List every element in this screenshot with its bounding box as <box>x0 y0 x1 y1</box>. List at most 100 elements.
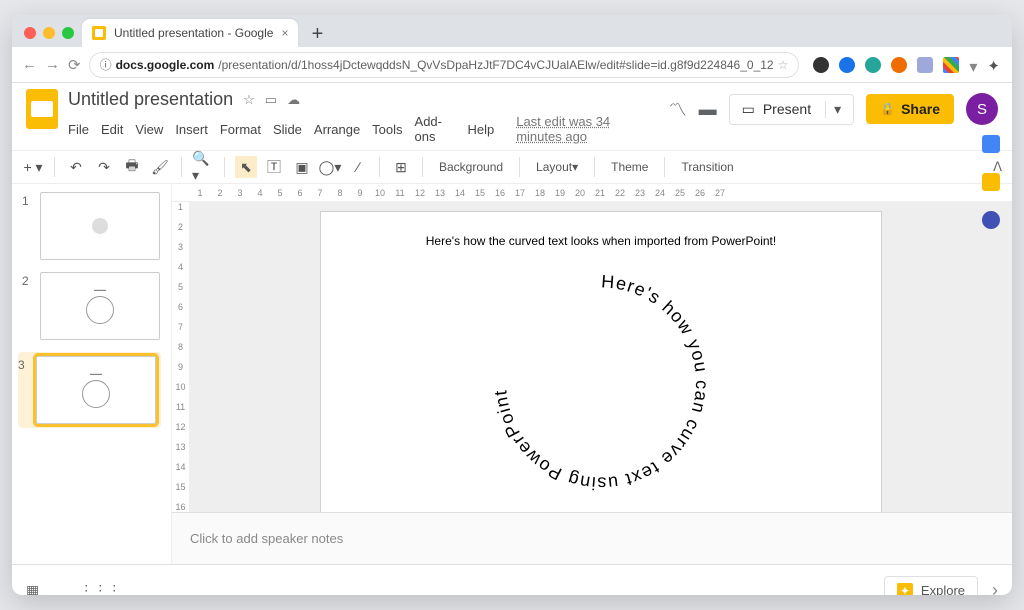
present-dropdown-icon[interactable]: ▾ <box>825 101 841 118</box>
transition-button[interactable]: Transition <box>675 156 739 178</box>
slides-logo-icon[interactable] <box>26 89 58 129</box>
main-area: 1 2 ━━━━ 3 ━━━━ 123456789101112131415161… <box>12 184 1012 564</box>
svg-text:Here's how you can curve text: Here's how you can curve text using Powe… <box>490 272 712 494</box>
filmstrip[interactable]: 1 2 ━━━━ 3 ━━━━ <box>12 184 172 564</box>
shape-tool[interactable]: ◯▾ <box>319 156 341 178</box>
menu-insert[interactable]: Insert <box>175 122 208 137</box>
explore-label: Explore <box>921 583 965 595</box>
address-bar: ← → ⟳ ⓘ docs.google.com /presentation/d/… <box>12 47 1012 83</box>
lock-icon: ⓘ <box>100 56 112 73</box>
present-button[interactable]: ▭ Present ▾ <box>729 94 855 125</box>
textbox-tool[interactable]: 🅃 <box>263 156 285 178</box>
thumb-preview-icon: ━━━━ <box>82 373 110 408</box>
tasks-addon-icon[interactable] <box>982 211 1000 229</box>
background-button[interactable]: Background <box>433 156 509 178</box>
slide-thumbnail-2[interactable]: 2 ━━━━ <box>22 272 161 340</box>
extensions-menu-icon[interactable]: ✦ <box>987 57 1000 73</box>
thumb-number: 1 <box>22 192 32 260</box>
ext-icon[interactable] <box>943 57 959 73</box>
slide-canvas[interactable]: Here's how the curved text looks when im… <box>321 212 881 512</box>
comments-icon[interactable]: ▬ <box>699 99 717 120</box>
present-label: Present <box>763 101 811 117</box>
reload-icon[interactable]: ⟳ <box>68 56 81 74</box>
new-slide-button[interactable]: + ▾ <box>22 156 44 178</box>
canvas-wrap: 1234567891011121314151617181920212223242… <box>172 184 1012 564</box>
filmstrip-view-icon[interactable]: ▦ <box>26 582 39 595</box>
menu-arrange[interactable]: Arrange <box>314 122 360 137</box>
thumb-number: 2 <box>22 272 32 340</box>
forward-icon[interactable]: → <box>45 56 60 73</box>
explore-button[interactable]: ✦ Explore <box>884 576 978 596</box>
menu-edit[interactable]: Edit <box>101 122 123 137</box>
url-path: /presentation/d/1hoss4jDctewqddsN_QvVsDp… <box>218 58 773 72</box>
star-icon[interactable]: ☆ <box>243 92 255 108</box>
chevron-right-icon[interactable]: › <box>992 580 998 595</box>
explore-star-icon: ✦ <box>897 583 913 596</box>
browser-tab[interactable]: Untitled presentation - Google × <box>82 19 298 47</box>
horizontal-ruler: 1234567891011121314151617181920212223242… <box>172 184 1012 202</box>
paint-format-button[interactable]: 🖌 <box>149 156 171 178</box>
slides-favicon-icon <box>92 26 106 40</box>
app-header: Untitled presentation ☆ ▭ ☁ File Edit Vi… <box>12 83 1012 144</box>
menu-bar: File Edit View Insert Format Slide Arran… <box>68 114 659 144</box>
speaker-notes[interactable]: Click to add speaker notes <box>172 512 1012 564</box>
activity-icon[interactable]: 〽 <box>669 96 687 122</box>
comment-button[interactable]: ⊞ <box>390 156 412 178</box>
ext-icon[interactable] <box>917 57 933 73</box>
tab-title: Untitled presentation - Google <box>114 26 273 40</box>
zoom-button[interactable]: 🔍▾ <box>192 156 214 178</box>
extensions: ▾ ✦ ⋮⋮⋮ ⋮ <box>813 54 1012 76</box>
last-edit-status[interactable]: Last edit was 34 minutes ago <box>516 114 658 144</box>
ext-icon[interactable] <box>891 57 907 73</box>
ext-icon[interactable] <box>839 57 855 73</box>
bottom-bar: ▦ ⋮⋮⋮ ✦ Explore › <box>12 564 1012 595</box>
lock-icon: 🔒 <box>880 102 895 116</box>
share-button[interactable]: 🔒 Share <box>866 94 954 124</box>
menu-file[interactable]: File <box>68 122 89 137</box>
share-label: Share <box>901 101 940 117</box>
apps-icon[interactable]: ⋮⋮⋮ <box>1010 57 1012 73</box>
close-tab-icon[interactable]: × <box>281 26 288 40</box>
document-title[interactable]: Untitled presentation <box>68 89 233 110</box>
ext-icon[interactable]: ▾ <box>969 57 977 73</box>
url-input[interactable]: ⓘ docs.google.com /presentation/d/1hoss4… <box>89 52 800 78</box>
url-host: docs.google.com <box>116 58 215 72</box>
vertical-ruler: 12345678910111213141516 <box>172 202 190 512</box>
menu-tools[interactable]: Tools <box>372 122 402 137</box>
new-tab-button[interactable]: + <box>304 21 330 47</box>
calendar-addon-icon[interactable] <box>982 135 1000 153</box>
curved-text-object[interactable]: Here's how you can curve text using Powe… <box>471 253 731 512</box>
window-controls[interactable] <box>24 27 74 39</box>
thumb-preview-icon <box>92 218 108 234</box>
image-tool[interactable]: ▣ <box>291 156 313 178</box>
grid-view-icon[interactable]: ⋮⋮⋮ <box>79 582 121 595</box>
menu-view[interactable]: View <box>135 122 163 137</box>
select-tool[interactable]: ⬉ <box>235 156 257 178</box>
menu-addons[interactable]: Add-ons <box>415 114 456 144</box>
bookmark-icon[interactable]: ☆ <box>778 58 789 72</box>
theme-button[interactable]: Theme <box>605 156 654 178</box>
ext-icon[interactable] <box>865 57 881 73</box>
slide-thumbnail-3[interactable]: 3 ━━━━ <box>18 352 161 428</box>
slide-area[interactable]: Here's how the curved text looks when im… <box>190 202 1012 512</box>
line-tool[interactable]: ∕ <box>347 156 369 178</box>
layout-button[interactable]: Layout ▾ <box>530 156 584 178</box>
toolbar: + ▾ ↶ ↷ 🖶 🖌 🔍▾ ⬉ 🅃 ▣ ◯▾ ∕ ⊞ Background L… <box>12 150 1012 184</box>
print-button[interactable]: 🖶 <box>121 156 143 178</box>
menu-format[interactable]: Format <box>220 122 261 137</box>
redo-button[interactable]: ↷ <box>93 156 115 178</box>
notes-placeholder: Click to add speaker notes <box>190 531 343 546</box>
slide-thumbnail-1[interactable]: 1 <box>22 192 161 260</box>
cloud-saved-icon[interactable]: ☁ <box>287 92 300 108</box>
ext-icon[interactable] <box>813 57 829 73</box>
slide-heading-text[interactable]: Here's how the curved text looks when im… <box>321 234 881 248</box>
move-icon[interactable]: ▭ <box>265 92 277 108</box>
browser-tabstrip: Untitled presentation - Google × + <box>12 15 1012 47</box>
menu-help[interactable]: Help <box>467 122 494 137</box>
keep-addon-icon[interactable] <box>982 173 1000 191</box>
back-icon[interactable]: ← <box>22 56 37 73</box>
thumb-preview-icon: ━━━━ <box>86 289 114 324</box>
undo-button[interactable]: ↶ <box>65 156 87 178</box>
present-icon: ▭ <box>742 101 755 118</box>
menu-slide[interactable]: Slide <box>273 122 302 137</box>
